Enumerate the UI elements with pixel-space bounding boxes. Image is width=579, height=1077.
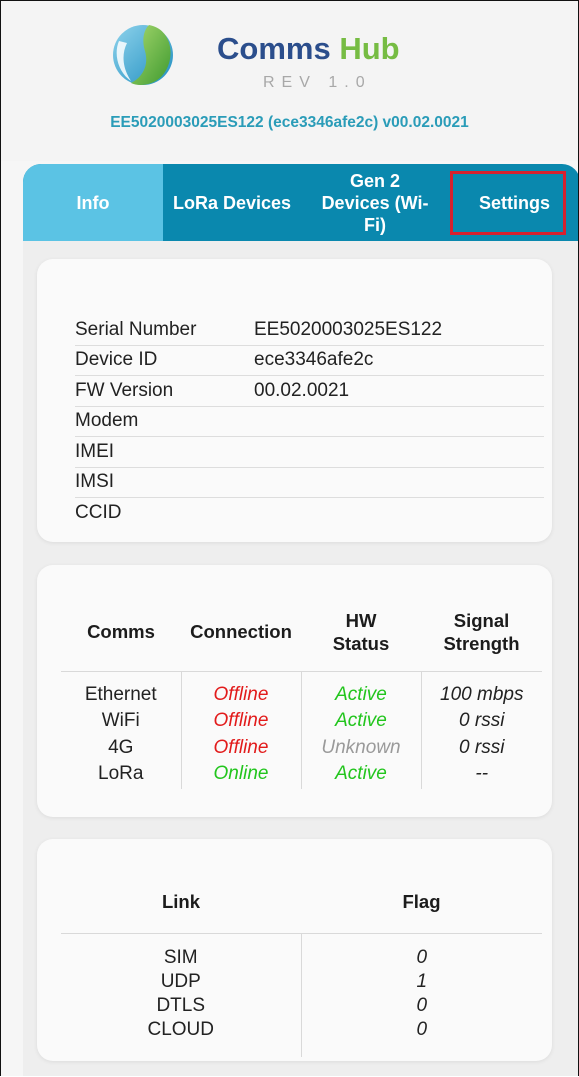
- info-key: IMSI: [75, 471, 115, 493]
- link-name: UDP: [160, 970, 201, 992]
- hw-status: Active: [335, 710, 387, 731]
- signal-strength: 0 rssi: [459, 736, 505, 758]
- flag-value: 0: [416, 994, 428, 1016]
- tab-content: Serial Number EE5020003025ES122 Device I…: [23, 241, 578, 1076]
- signal-strength: 100 mbps: [440, 683, 524, 705]
- device-info-card: Serial Number EE5020003025ES122 Device I…: [37, 259, 552, 542]
- link-name: SIM: [163, 946, 198, 968]
- comms-hub-logo-icon: [113, 25, 173, 85]
- info-key: Device ID: [75, 349, 158, 371]
- brand-revision: REV 1.0: [263, 74, 372, 91]
- link-names-cell: SIM UDP DTLS CLOUD: [61, 933, 301, 1057]
- comms-status-card: Comms Connection HW Status Signal Streng…: [37, 565, 552, 817]
- flag-values-cell: 0 1 0 0: [300, 933, 542, 1057]
- hw-status-cell: Active Active Unknown Active: [300, 671, 421, 789]
- brand-name: Comms Hub: [217, 31, 400, 67]
- info-value: EE5020003025ES122: [254, 318, 443, 340]
- info-row-imsi: IMSI: [75, 468, 544, 498]
- brand-name-hub: Hub: [339, 31, 400, 66]
- info-row-ccid: CCID: [75, 498, 544, 528]
- connection-status: Offline: [213, 710, 269, 731]
- comms-name: LoRa: [98, 763, 144, 784]
- info-value: ece3346afe2c: [254, 349, 374, 371]
- connection-status: Online: [213, 763, 269, 784]
- column-header-hw-status: HW Status: [301, 601, 421, 672]
- tab-bar: Info LoRa Devices Gen 2 Devices (Wi- Fi)…: [23, 164, 578, 241]
- connection-cell: Offline Offline Offline Online: [180, 671, 301, 789]
- info-row-serial-number: Serial Number EE5020003025ES122: [75, 315, 544, 346]
- signal-strength: 0 rssi: [459, 710, 505, 731]
- device-identity-line: EE5020003025ES122 (ece3346afe2c) v00.02.…: [110, 114, 469, 131]
- comms-name: Ethernet: [84, 683, 157, 705]
- device-info-list: Serial Number EE5020003025ES122 Device I…: [75, 315, 544, 528]
- app-header: Comms Hub REV 1.0 EE5020003025ES122 (ece…: [1, 1, 578, 161]
- signal-strength: --: [475, 763, 489, 784]
- app-frame: Comms Hub REV 1.0 EE5020003025ES122 (ece…: [0, 0, 579, 1076]
- info-key: CCID: [75, 501, 122, 523]
- info-value: 00.02.0021: [254, 379, 350, 401]
- column-header-comms: Comms: [61, 601, 181, 672]
- brand-name-comms: Comms: [217, 31, 331, 66]
- info-row-fw-version: FW Version 00.02.0021: [75, 376, 544, 407]
- tab-settings[interactable]: Settings: [449, 164, 578, 241]
- info-key: Serial Number: [75, 318, 197, 340]
- info-row-device-id: Device ID ece3346afe2c: [75, 346, 544, 376]
- link-flags-card: Link Flag SIM UDP DTLS CLOUD 0 1 0 0: [37, 839, 552, 1061]
- column-header-flag: Flag: [301, 879, 542, 934]
- comms-status-table: Comms Connection HW Status Signal Streng…: [61, 601, 542, 789]
- column-header-signal-strength: Signal Strength: [421, 601, 542, 672]
- tab-lora-devices[interactable]: LoRa Devices: [163, 164, 301, 241]
- info-row-modem: Modem: [75, 407, 544, 437]
- comms-name: WiFi: [101, 710, 140, 731]
- comms-name: 4G: [108, 736, 134, 758]
- link-flags-table: Link Flag SIM UDP DTLS CLOUD 0 1 0 0: [61, 879, 542, 1057]
- column-header-link: Link: [61, 879, 301, 934]
- hw-status: Unknown: [321, 736, 401, 758]
- info-key: FW Version: [75, 379, 174, 401]
- signal-strength-cell: 100 mbps 0 rssi 0 rssi --: [420, 671, 542, 789]
- tab-gen2-devices-wifi[interactable]: Gen 2 Devices (Wi- Fi): [301, 164, 449, 241]
- connection-status: Offline: [213, 736, 269, 758]
- link-name: DTLS: [156, 994, 206, 1016]
- connection-status: Offline: [213, 683, 269, 705]
- hw-status: Active: [335, 683, 387, 705]
- comms-names-cell: Ethernet WiFi 4G LoRa: [61, 671, 181, 789]
- hw-status: Active: [335, 763, 387, 784]
- column-header-connection: Connection: [181, 601, 301, 672]
- link-name: CLOUD: [147, 1018, 214, 1040]
- flag-value: 0: [416, 1018, 428, 1040]
- info-key: Modem: [75, 410, 139, 432]
- tab-info[interactable]: Info: [23, 164, 163, 241]
- info-row-imei: IMEI: [75, 437, 544, 468]
- info-key: IMEI: [75, 440, 115, 462]
- flag-value: 1: [416, 970, 428, 992]
- flag-value: 0: [416, 946, 428, 968]
